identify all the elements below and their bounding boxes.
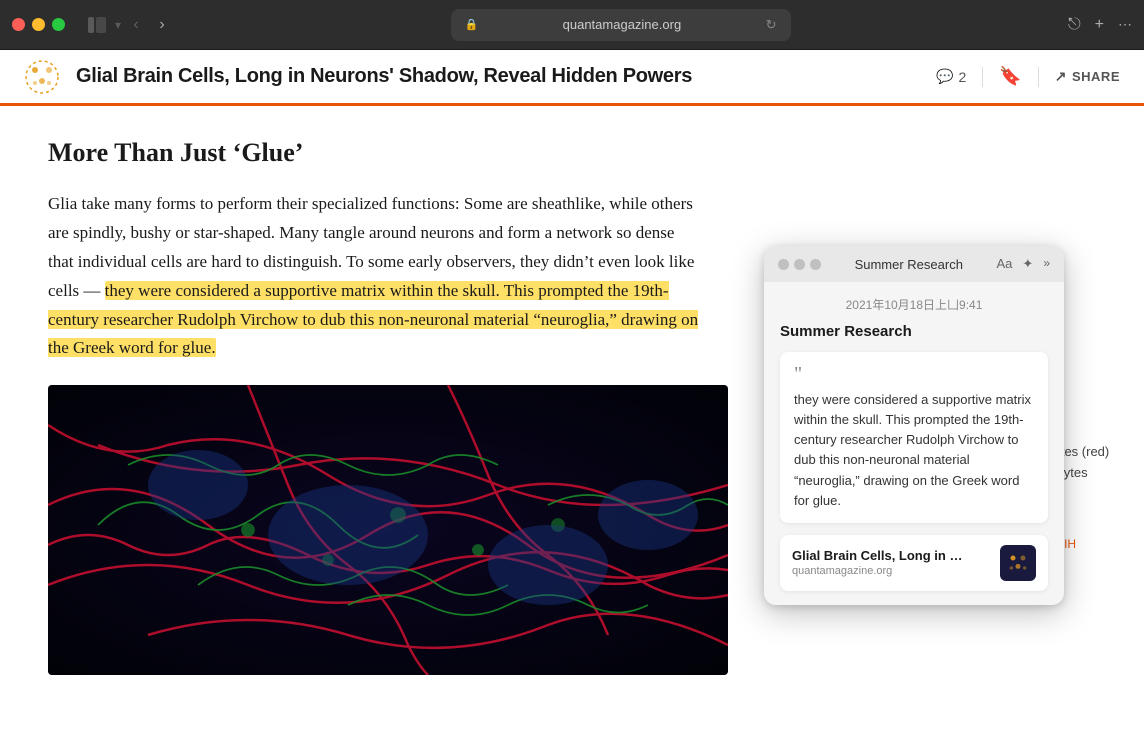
notes-maximize-button[interactable] [810, 259, 821, 270]
bookmark-button[interactable]: 🔖 [999, 66, 1021, 87]
quote-mark-icon: " [794, 364, 1034, 384]
url-text: quantamagazine.org [484, 17, 759, 32]
article-paragraph: Glia take many forms to perform their sp… [48, 190, 702, 363]
share-button[interactable]: ↗ SHARE [1055, 68, 1120, 85]
browser-chrome: ▾ ‹ › 🔒 quantamagazine.org ↻ ⎋ + ⋯ [0, 0, 1144, 50]
source-info: Glial Brain Cells, Long in … quantamagaz… [792, 548, 990, 577]
notes-popup: Summer Research Aa ✦ » 2021年10月18日上凵9:41… [764, 246, 1064, 605]
article-content: More Than Just ‘Glue’ Glia take many for… [0, 106, 750, 734]
site-header: Glial Brain Cells, Long in Neurons' Shad… [0, 50, 1144, 106]
close-button[interactable] [12, 18, 25, 31]
notes-traffic-lights [778, 259, 821, 270]
share-arrow-icon: ↗ [1055, 68, 1067, 85]
traffic-lights [12, 18, 65, 31]
comment-count: 2 [959, 69, 967, 85]
share-icon[interactable]: ⎋ [1068, 16, 1081, 34]
sidebar-toggle-icon[interactable] [83, 14, 111, 36]
source-title: Glial Brain Cells, Long in … [792, 548, 990, 563]
minimize-button[interactable] [32, 18, 45, 31]
notes-date: 2021年10月18日上凵9:41 [780, 296, 1048, 313]
comment-button[interactable]: 💬 2 [936, 68, 966, 85]
notes-note-title: Summer Research [780, 323, 1048, 340]
expand-icon[interactable]: » [1043, 256, 1050, 272]
browser-controls: ▾ ‹ › [83, 14, 173, 36]
content-wrapper: More Than Just ‘Glue’ Glia take many for… [0, 106, 1144, 734]
article-image [48, 385, 728, 675]
header-actions: 💬 2 🔖 ↗ SHARE [936, 66, 1120, 87]
back-button[interactable]: ‹ [125, 14, 147, 36]
address-bar[interactable]: 🔒 quantamagazine.org ↻ [451, 9, 791, 41]
site-logo[interactable] [24, 59, 60, 95]
quote-text: they were considered a supportive matrix… [794, 390, 1034, 511]
highlighted-text[interactable]: they were considered a supportive matrix… [48, 281, 698, 358]
comment-icon: 💬 [936, 68, 953, 85]
notes-toolbar: Aa ✦ » [997, 256, 1051, 272]
notes-source-card[interactable]: Glial Brain Cells, Long in … quantamagaz… [780, 535, 1048, 591]
divider [982, 67, 983, 87]
notes-window-title: Summer Research [829, 257, 989, 272]
browser-actions: ⎋ + ⋯ [1068, 16, 1132, 34]
notes-body: 2021年10月18日上凵9:41 Summer Research " they… [764, 282, 1064, 605]
notes-minimize-button[interactable] [794, 259, 805, 270]
forward-button[interactable]: › [151, 14, 173, 36]
source-url: quantamagazine.org [792, 565, 990, 577]
notes-quote-card: " they were considered a supportive matr… [780, 352, 1048, 523]
maximize-button[interactable] [52, 18, 65, 31]
font-size-button[interactable]: Aa [997, 256, 1013, 272]
lock-icon: 🔒 [465, 18, 479, 31]
source-logo [1000, 545, 1036, 581]
new-tab-icon[interactable]: + [1095, 16, 1104, 34]
notes-titlebar: Summer Research Aa ✦ » [764, 246, 1064, 282]
refresh-icon[interactable]: ↻ [766, 17, 777, 33]
notes-close-button[interactable] [778, 259, 789, 270]
address-bar-container: 🔒 quantamagazine.org ↻ [183, 9, 1058, 41]
format-icon[interactable]: ✦ [1022, 256, 1033, 272]
grid-icon[interactable]: ⋯ [1118, 16, 1132, 33]
section-heading: More Than Just ‘Glue’ [48, 138, 702, 168]
article-title: Glial Brain Cells, Long in Neurons' Shad… [76, 65, 936, 88]
divider2 [1038, 67, 1039, 87]
share-label: SHARE [1072, 69, 1120, 84]
